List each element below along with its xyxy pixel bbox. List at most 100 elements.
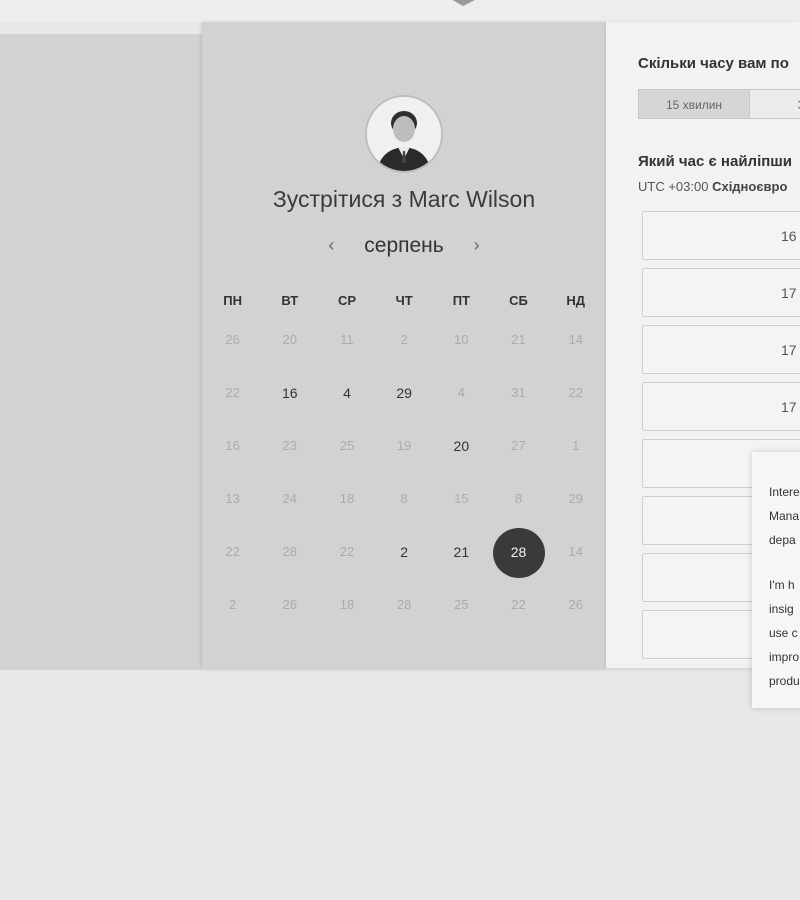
person-name: Marc Wilson: [408, 186, 536, 212]
day-number: 22: [511, 597, 526, 612]
day-number: 29: [568, 491, 583, 506]
calendar-day-available[interactable]: 16: [261, 373, 318, 426]
calendar-day: 8: [376, 479, 433, 532]
calendar-week: 22 28 22 2 21 28 14: [204, 528, 604, 585]
time-slot-button[interactable]: 16: [642, 211, 800, 260]
day-number: 23: [282, 438, 298, 453]
time-slot-button[interactable]: 17: [642, 325, 800, 374]
bio-line: impro: [769, 650, 800, 664]
day-number: 31: [511, 385, 526, 400]
calendar-week: 22 16 4 29 4 31 22: [204, 373, 604, 426]
calendar-day: 27: [490, 426, 547, 479]
calendar-day: 22: [318, 532, 375, 585]
calendar-day: 18: [318, 479, 375, 532]
calendar-day-available[interactable]: 2: [376, 532, 433, 585]
calendar-day-available[interactable]: 21: [433, 532, 490, 585]
day-number: 11: [340, 332, 354, 347]
next-month-icon[interactable]: ›: [464, 235, 490, 256]
duration-option-15[interactable]: 15 хвилин: [638, 89, 750, 119]
day-number: 22: [225, 544, 240, 559]
calendar-day: 8: [490, 479, 547, 532]
day-number: 16: [225, 438, 240, 453]
time-slot-button[interactable]: 17: [642, 268, 800, 317]
calendar-day: 4: [433, 373, 490, 426]
day-number: 26: [568, 597, 583, 612]
month-label: серпень: [364, 234, 444, 257]
calendar-grid: ПН ВТ СР ЧТ ПТ СБ НД 26 20 11 2 10 21 14…: [204, 282, 604, 638]
day-number: 8: [400, 491, 408, 506]
day-number: 14: [568, 544, 583, 559]
day-number: 22: [339, 544, 355, 559]
calendar-day-selected[interactable]: 28: [490, 528, 547, 585]
calendar-day: 14: [547, 320, 604, 373]
timezone-offset: UTC +03:00: [638, 179, 709, 194]
calendar-week: 2 26 18 28 25 22 26: [204, 585, 604, 638]
prev-month-icon[interactable]: ‹: [318, 235, 344, 256]
calendar-day: 13: [204, 479, 261, 532]
calendar-day: 14: [547, 532, 604, 585]
calendar-day: 18: [318, 585, 375, 638]
calendar-day: 10: [433, 320, 490, 373]
logo-icon: [452, 0, 475, 6]
day-number: 28: [396, 597, 412, 612]
calendar-day: 16: [204, 426, 261, 479]
day-number: 28: [492, 528, 545, 578]
calendar-day-available[interactable]: 20: [433, 426, 490, 479]
weekday-label: СБ: [509, 293, 528, 308]
calendar-day: 2: [376, 320, 433, 373]
calendar-day-available[interactable]: 4: [318, 373, 375, 426]
time-slot-label: 17: [781, 399, 797, 415]
person-avatar-icon: [367, 97, 441, 171]
day-number: 22: [225, 385, 240, 400]
calendar-day: 21: [490, 320, 547, 373]
avatar: [365, 95, 443, 173]
calendar-day: 31: [490, 373, 547, 426]
bio-line: depa: [769, 533, 796, 547]
day-number: 26: [282, 597, 298, 612]
calendar-day: 26: [547, 585, 604, 638]
day-number: 22: [568, 385, 583, 400]
day-number: 19: [396, 438, 412, 453]
calendar-day: 26: [261, 585, 318, 638]
bio-line: use c: [769, 626, 798, 640]
calendar-day: 28: [261, 532, 318, 585]
day-number: 18: [339, 491, 355, 506]
time-question: Який час є найліпши: [638, 153, 793, 170]
day-number: 21: [511, 332, 526, 347]
day-number: 2: [400, 332, 408, 347]
weekday-label: СР: [337, 293, 356, 308]
time-slot-label: 17: [781, 285, 797, 301]
weekday-header: ПН ВТ СР ЧТ ПТ СБ НД: [204, 282, 604, 320]
duration-option-30[interactable]: 30 х: [749, 89, 800, 119]
bio-paragraph: Intere Mana depa: [769, 480, 800, 552]
day-number: 20: [453, 438, 470, 454]
day-number: 1: [572, 438, 580, 453]
day-number: 15: [454, 491, 469, 506]
bio-line: Mana: [769, 509, 800, 523]
weekday-label: НД: [566, 293, 586, 308]
weekday-label: ЧТ: [395, 293, 413, 308]
day-number: 4: [457, 385, 465, 400]
calendar-day: 28: [376, 585, 433, 638]
calendar-day: 22: [547, 373, 604, 426]
day-number: 2: [228, 597, 237, 612]
bio-line: produ: [769, 674, 800, 688]
day-number: 29: [396, 385, 412, 401]
calendar-day-available[interactable]: 29: [376, 373, 433, 426]
duration-question: Скільки часу вам по: [638, 55, 789, 72]
time-slot-label: 16: [781, 228, 797, 244]
sidebar-background: [0, 34, 202, 670]
calendar-day: 22: [204, 532, 261, 585]
bio-line: insig: [769, 602, 794, 616]
host-bio-popup: Intere Mana depa I'm h insig use c impro…: [752, 452, 800, 708]
day-number: 25: [454, 597, 469, 612]
time-slot-button[interactable]: 17: [642, 382, 800, 431]
day-number: 4: [343, 385, 351, 401]
calendar-day: 20: [261, 320, 318, 373]
calendar-day: 29: [547, 479, 604, 532]
day-number: 27: [511, 438, 526, 453]
weekday-label: ПТ: [452, 293, 470, 308]
calendar-day: 22: [490, 585, 547, 638]
calendar-day: 26: [204, 320, 261, 373]
bio-paragraph: I'm h insig use c impro produ: [769, 573, 800, 693]
